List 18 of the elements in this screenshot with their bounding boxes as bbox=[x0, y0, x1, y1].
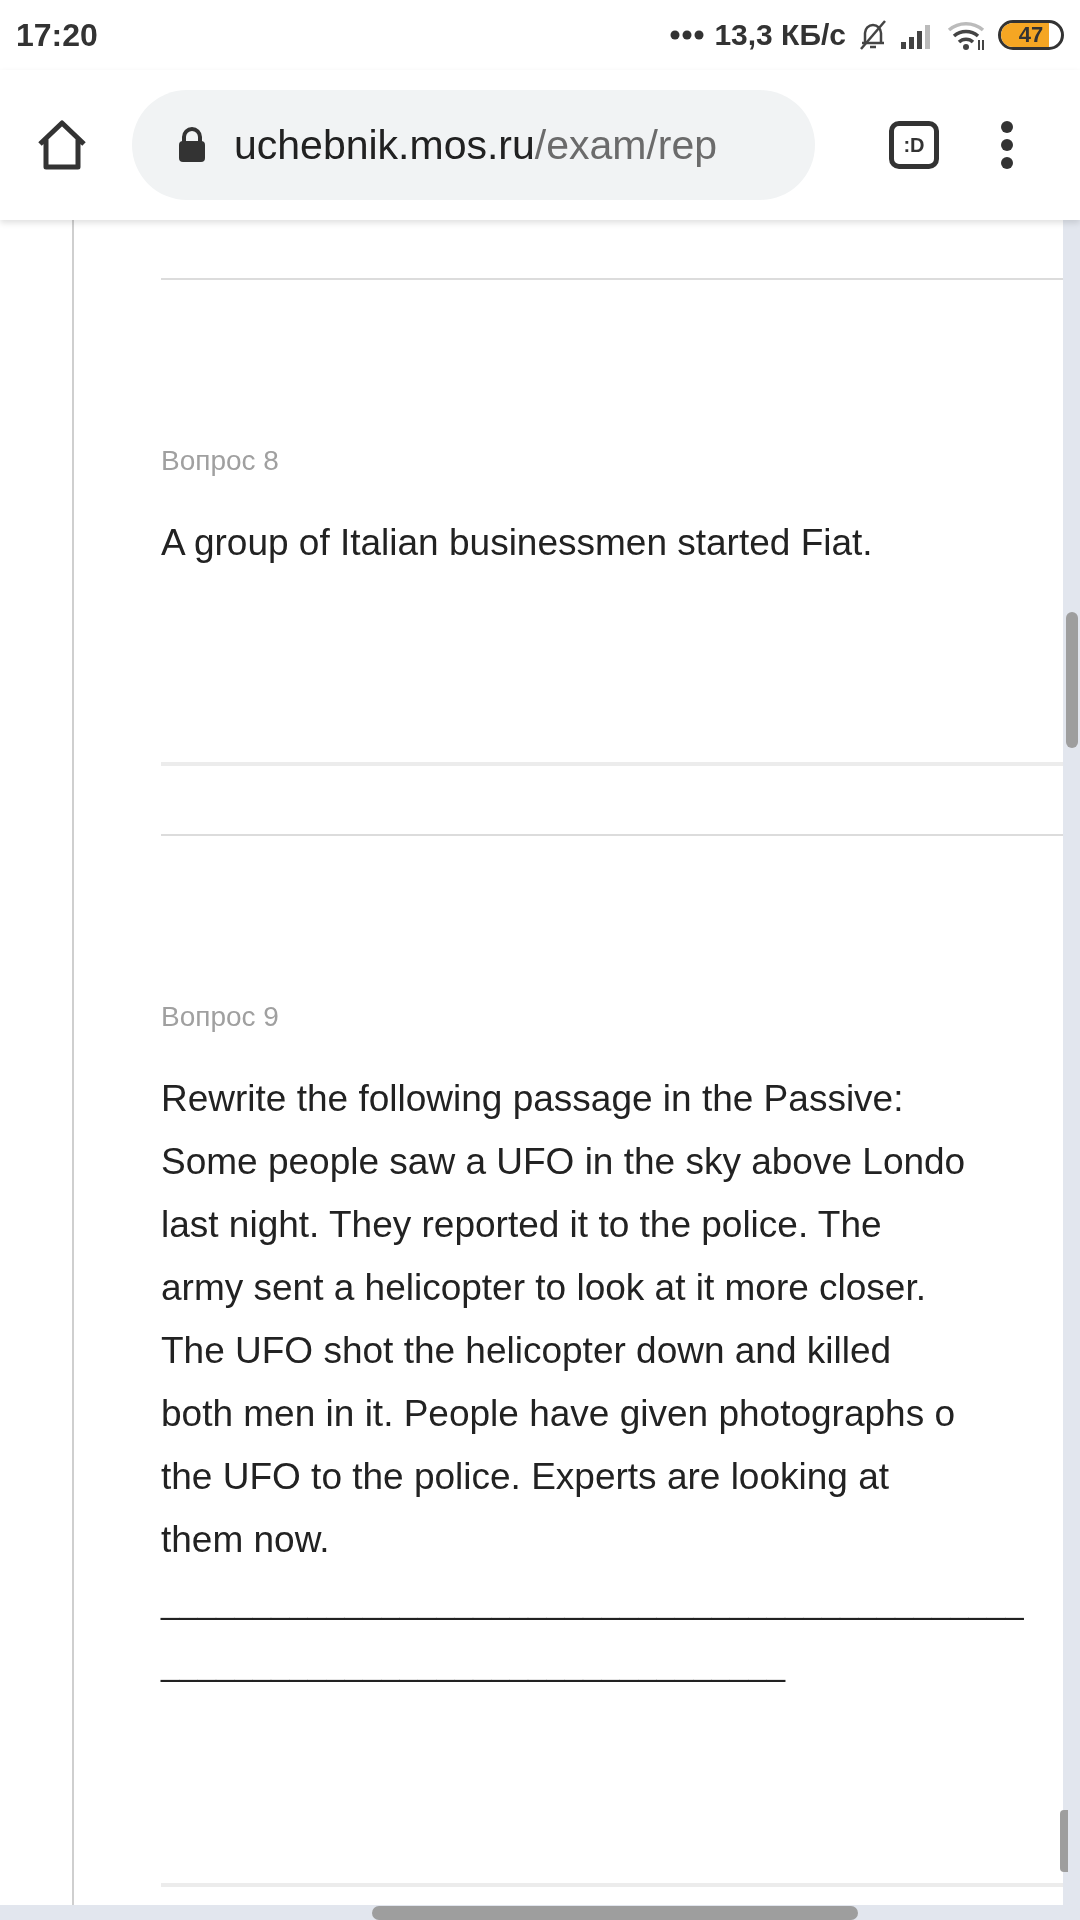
battery-indicator: 47 bbox=[998, 20, 1064, 50]
network-speed: 13,3 КБ/с bbox=[714, 18, 846, 52]
question-text: A group of Italian businessmen started Fiat. bbox=[161, 521, 873, 565]
url-text: uchebnik.mos.ru/exam/rep bbox=[234, 121, 718, 169]
question-number: Вопрос 9 bbox=[161, 1000, 279, 1034]
question-number: Вопрос 8 bbox=[161, 444, 279, 478]
home-icon[interactable] bbox=[36, 119, 88, 171]
scrollbar-thumb[interactable] bbox=[1060, 1810, 1068, 1872]
address-bar[interactable]: uchebnik.mos.ru/exam/rep bbox=[132, 90, 815, 200]
question-text: Rewrite the following passage in the Passive: Some people saw a UFO in the sky above Londo last night. They reported it to the police. The army sent a helicopter to look at it more closer. The UFO shot the helicopter down and killed both men in it. People have given photographs o the UFO to the police. Experts are looking at them now. bbox=[161, 1077, 966, 1562]
menu-icon[interactable] bbox=[999, 120, 1015, 170]
answer-line: _______________________________________________ __________________________________ bbox=[161, 1582, 1024, 1684]
lock-icon bbox=[178, 127, 206, 163]
scrollbar-thumb[interactable] bbox=[372, 1906, 858, 1920]
scrollbar-thumb[interactable] bbox=[1066, 612, 1078, 748]
dots-icon bbox=[670, 30, 705, 40]
clock-time: 17:20 bbox=[16, 16, 98, 54]
tab-switcher-button[interactable]: :D bbox=[889, 121, 939, 169]
